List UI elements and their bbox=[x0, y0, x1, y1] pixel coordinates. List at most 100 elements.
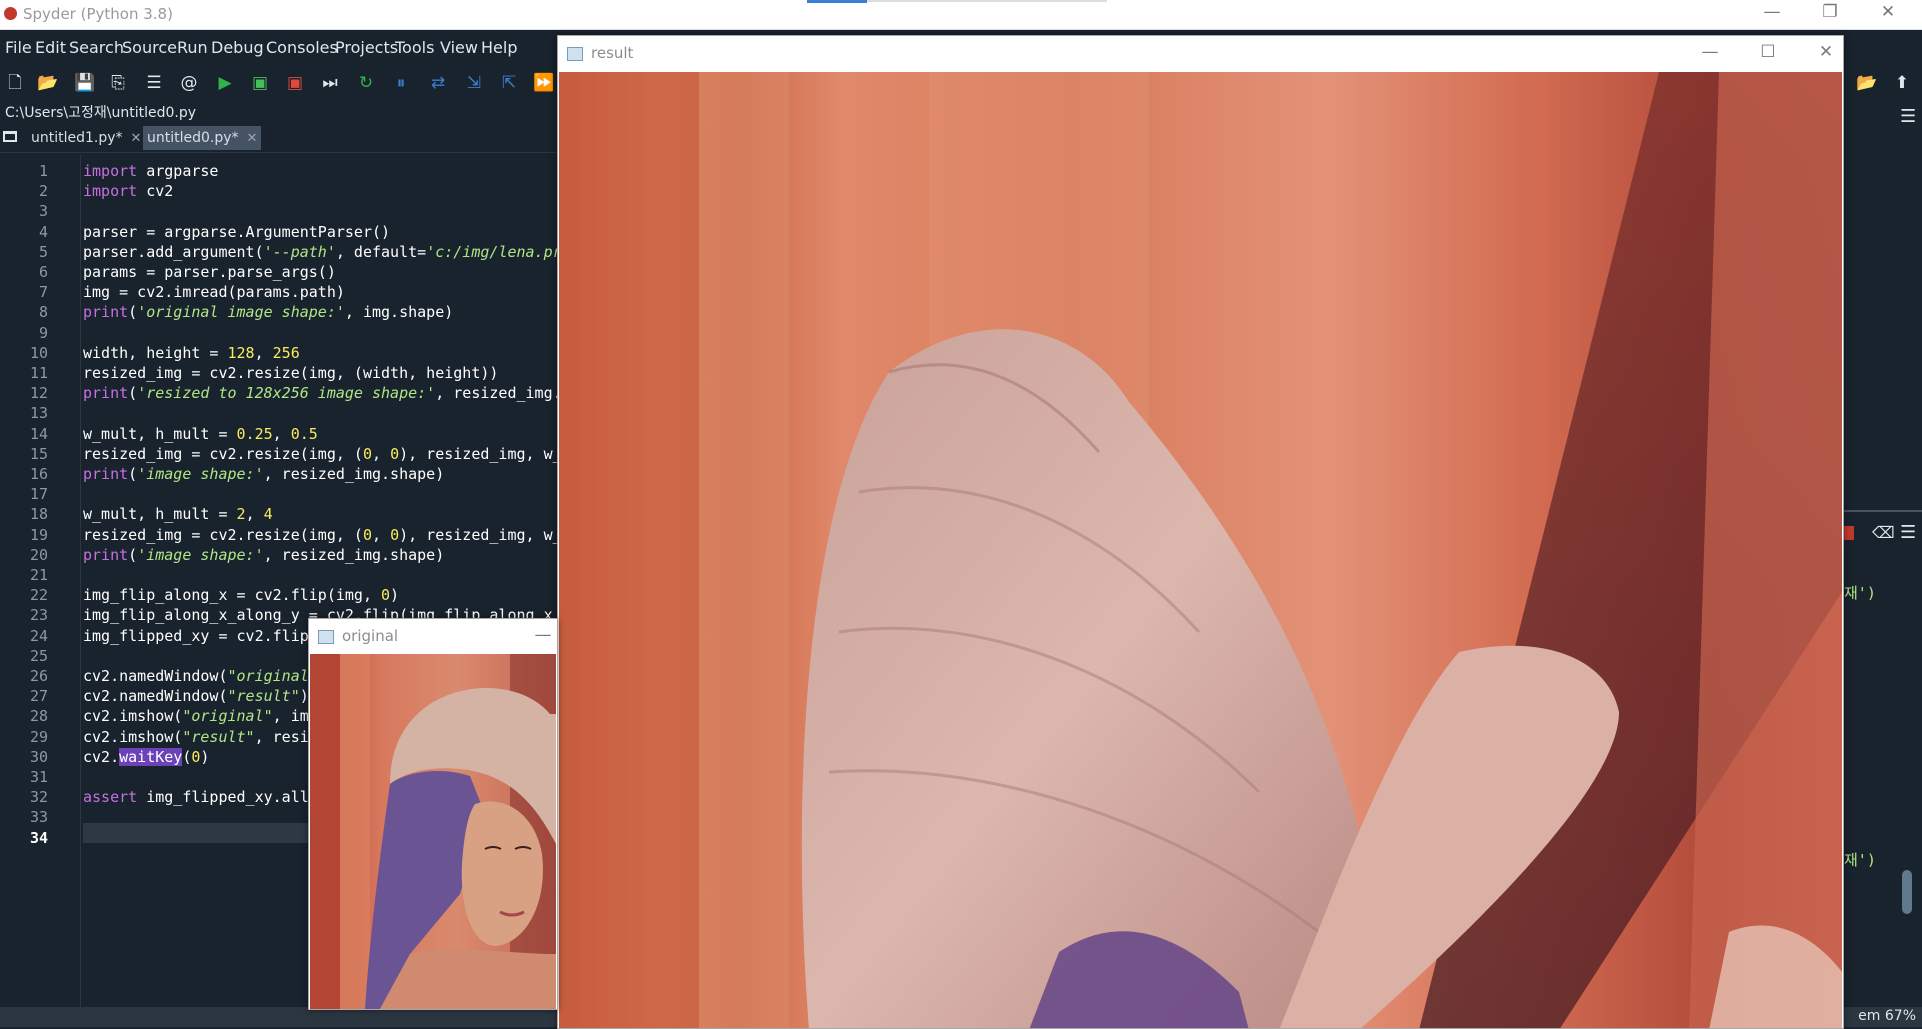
new-file-icon[interactable]: 🗋 bbox=[5, 73, 25, 93]
run-selection-icon[interactable]: ⏭ bbox=[320, 73, 340, 93]
code-line[interactable]: resized_img = cv2.resize(img, (width, he… bbox=[83, 364, 498, 382]
original-window-titlebar[interactable]: original — bbox=[309, 619, 557, 653]
minimize-button[interactable]: — bbox=[528, 625, 558, 645]
menu-help[interactable]: Help bbox=[481, 38, 517, 57]
code-line[interactable]: resized_img = cv2.resize(img, (0, 0), re… bbox=[83, 526, 562, 544]
line-number: 34 bbox=[29, 828, 48, 847]
step-return-icon[interactable]: ⇱ bbox=[499, 73, 519, 93]
open-file-icon[interactable]: 📂 bbox=[37, 73, 58, 93]
original-window-title: original bbox=[342, 627, 399, 645]
parent-dir-icon[interactable]: ⬆ bbox=[1892, 73, 1912, 93]
code-line[interactable]: cv2.imshow("original", im bbox=[83, 707, 309, 725]
code-line[interactable]: cv2.namedWindow("result") bbox=[83, 687, 309, 705]
close-icon[interactable]: ✕ bbox=[131, 131, 142, 146]
re-run-icon[interactable]: ↻ bbox=[356, 73, 376, 93]
menu-tools[interactable]: Tools bbox=[395, 38, 434, 57]
line-number: 16 bbox=[29, 465, 48, 483]
eraser-icon[interactable]: ⌫ bbox=[1872, 523, 1895, 542]
minimize-button[interactable]: — bbox=[1752, 2, 1792, 22]
line-number: 6 bbox=[38, 263, 48, 281]
menu-consoles[interactable]: Consoles bbox=[266, 38, 338, 57]
code-line[interactable]: cv2.namedWindow("original bbox=[83, 667, 309, 685]
run-icon[interactable]: ▶ bbox=[215, 73, 235, 93]
line-number: 23 bbox=[29, 606, 48, 625]
console-text: 재') bbox=[1844, 851, 1876, 869]
hat-brim-image bbox=[559, 72, 1842, 1028]
code-line[interactable]: cv2.waitKey(0) bbox=[83, 747, 209, 766]
at-icon[interactable]: @ bbox=[179, 73, 199, 93]
console-options-icon[interactable]: ☰ bbox=[1900, 522, 1916, 543]
code-line[interactable]: parser.add_argument('--path', default='c… bbox=[83, 243, 562, 261]
code-line[interactable]: print('image shape:', resized_img.shape) bbox=[83, 465, 444, 483]
code-line[interactable]: img_flip_along_x = cv2.flip(img, 0) bbox=[83, 586, 399, 604]
console-scrollbar[interactable] bbox=[1902, 870, 1912, 914]
code-line[interactable]: import cv2 bbox=[83, 182, 173, 200]
close-button[interactable]: ✕ bbox=[1811, 42, 1841, 62]
code-line[interactable]: print('image shape:', resized_img.shape) bbox=[83, 546, 444, 564]
minimize-button[interactable]: — bbox=[1695, 42, 1725, 62]
path-bar: C:\Users\고정재\untitled0.py bbox=[0, 102, 560, 122]
line-number: 29 bbox=[29, 727, 48, 746]
save-icon[interactable]: 💾 bbox=[74, 73, 95, 93]
code-line[interactable]: print('original image shape:', img.shape… bbox=[83, 303, 453, 321]
line-number: 28 bbox=[29, 707, 48, 726]
menu-debug[interactable]: Debug bbox=[211, 38, 264, 57]
stop-icon[interactable] bbox=[1844, 526, 1854, 540]
menu-projects[interactable]: Projects bbox=[335, 38, 398, 57]
continue-icon[interactable]: ⏩ bbox=[533, 73, 554, 93]
maximize-button[interactable]: ❐ bbox=[1810, 2, 1850, 22]
line-number: 24 bbox=[29, 626, 48, 645]
result-image bbox=[559, 72, 1842, 1028]
code-line[interactable]: width, height = 128, 256 bbox=[83, 344, 300, 362]
code-line[interactable]: import argparse bbox=[83, 162, 218, 180]
result-window[interactable]: result — ☐ ✕ bbox=[557, 35, 1844, 1029]
close-icon[interactable]: ✕ bbox=[247, 131, 258, 146]
menu-file[interactable]: File bbox=[5, 38, 32, 57]
close-button[interactable]: ✕ bbox=[1868, 2, 1908, 22]
save-all-icon[interactable]: ⎘ bbox=[108, 73, 128, 93]
line-number: 25 bbox=[29, 646, 48, 665]
code-line[interactable]: w_mult, h_mult = 2, 4 bbox=[83, 505, 273, 523]
line-number: 15 bbox=[29, 444, 48, 463]
maximize-button[interactable]: ☐ bbox=[1753, 42, 1783, 62]
menu-search[interactable]: Search bbox=[69, 38, 124, 57]
line-number-gutter: 1 2 3 4 5 6 7 8 9 10 11 12 13 14 15 16 17 18 19 20 21 22 23 24 2… bbox=[0, 155, 81, 1010]
line-number: 3 bbox=[38, 202, 48, 221]
line-number: 21 bbox=[29, 566, 48, 584]
window-icon bbox=[567, 47, 583, 61]
step-icon[interactable]: ⇄ bbox=[428, 73, 448, 93]
options-menu-icon[interactable]: ☰ bbox=[1900, 106, 1916, 127]
line-number: 20 bbox=[29, 545, 48, 564]
tab-untitled1[interactable]: untitled1.py* ✕ bbox=[27, 126, 145, 150]
editor-tab-bar: untitled1.py* ✕ untitled0.py* ✕ bbox=[0, 122, 556, 153]
run-cell-icon[interactable]: ▣ bbox=[250, 73, 270, 93]
outline-icon[interactable]: ☰ bbox=[144, 73, 164, 93]
menu-run[interactable]: Run bbox=[177, 38, 208, 57]
browse-tabs-icon[interactable] bbox=[3, 131, 17, 142]
menu-source[interactable]: Source bbox=[122, 38, 177, 57]
line-number: 26 bbox=[29, 667, 48, 685]
line-number: 33 bbox=[29, 808, 48, 827]
menu-view[interactable]: View bbox=[440, 38, 478, 57]
result-window-titlebar[interactable]: result — ☐ ✕ bbox=[558, 36, 1843, 71]
code-line[interactable]: assert img_flipped_xy.all bbox=[83, 788, 309, 806]
line-number: 30 bbox=[29, 747, 48, 766]
menu-edit[interactable]: Edit bbox=[35, 38, 66, 57]
code-line[interactable]: cv2.imshow("result", resi bbox=[83, 728, 309, 746]
code-line[interactable]: img = cv2.imread(params.path) bbox=[83, 283, 345, 301]
original-window[interactable]: original — bbox=[308, 618, 558, 1010]
code-line[interactable]: params = parser.parse_args() bbox=[83, 263, 336, 281]
line-number: 31 bbox=[29, 768, 48, 786]
code-line[interactable]: print('resized to 128x256 image shape:',… bbox=[83, 384, 562, 402]
line-number: 4 bbox=[38, 222, 48, 241]
run-cell-advance-icon[interactable]: ▣ bbox=[285, 73, 305, 93]
code-line[interactable]: resized_img = cv2.resize(img, (0, 0), re… bbox=[83, 445, 562, 463]
code-line[interactable]: w_mult, h_mult = 0.25, 0.5 bbox=[83, 425, 318, 443]
taskbar-indicator bbox=[807, 0, 867, 3]
browse-folder-icon[interactable]: 📂 bbox=[1856, 73, 1877, 93]
debug-icon[interactable]: ⏸ bbox=[391, 73, 411, 93]
step-into-icon[interactable]: ⇲ bbox=[464, 73, 484, 93]
code-line[interactable]: parser = argparse.ArgumentParser() bbox=[83, 223, 390, 241]
tab-untitled0[interactable]: untitled0.py* ✕ bbox=[143, 126, 262, 150]
code-line[interactable]: img_flipped_xy = cv2.flip bbox=[83, 627, 309, 645]
